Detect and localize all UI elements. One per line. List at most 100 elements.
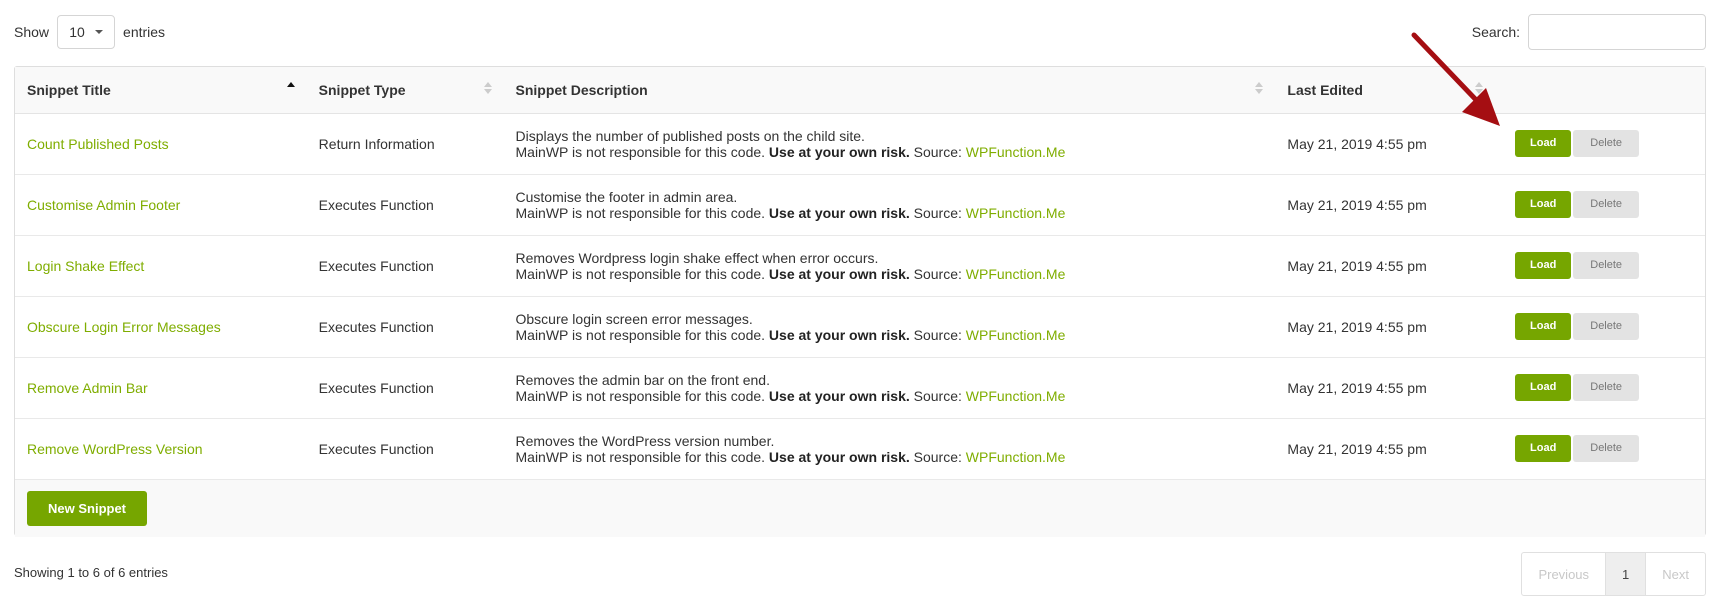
load-button[interactable]: Load <box>1515 130 1572 157</box>
source-label: Source: <box>913 326 962 343</box>
snippet-description: Customise the footer in admin area. <box>515 188 738 205</box>
snippet-title-cell: Remove WordPress Version <box>15 418 307 479</box>
snippet-disclaimer: MainWP is not responsible for this code.… <box>516 266 1264 282</box>
snippet-title-cell: Remove Admin Bar <box>15 357 307 418</box>
delete-button[interactable]: Delete <box>1573 130 1640 157</box>
snippet-title-link[interactable]: Login Shake Effect <box>27 258 144 274</box>
actions-cell: Load Delete <box>1495 174 1705 235</box>
source-label: Source: <box>913 265 962 282</box>
column-header-title[interactable]: Snippet Title <box>15 67 307 114</box>
new-snippet-button[interactable]: New Snippet <box>27 490 148 526</box>
column-header-actions <box>1495 67 1705 114</box>
table-row: Remove WordPress Version Executes Functio… <box>15 418 1705 479</box>
actions-cell: Load Delete <box>1495 357 1705 418</box>
disclaimer-text: MainWP is not responsible for this code. <box>515 326 766 343</box>
disclaimer-warning: Use at your own risk. <box>768 387 910 404</box>
source-label: Source: <box>913 387 962 404</box>
last-edited-cell: May 21, 2019 4:55 pm <box>1287 257 1427 274</box>
column-header-description[interactable]: Snippet Description <box>503 67 1276 114</box>
column-header-type-label: Snippet Type <box>318 81 406 98</box>
source-label: Source: <box>913 448 962 465</box>
snippet-title-link[interactable]: Count Published Posts <box>27 136 169 152</box>
disclaimer-text: MainWP is not responsible for this code. <box>515 265 766 282</box>
delete-button[interactable]: Delete <box>1573 313 1640 340</box>
snippet-title-cell: Customise Admin Footer <box>15 174 307 235</box>
snippet-description-cell: Displays the number of published posts o… <box>504 113 1276 174</box>
table-footer-row: New Snippet <box>15 479 1705 537</box>
delete-button[interactable]: Delete <box>1573 191 1640 218</box>
table-row: Obscure Login Error Messages Executes Fun… <box>15 296 1705 357</box>
snippet-description-cell: Customise the footer in admin area. MainW… <box>504 174 1276 235</box>
delete-button[interactable]: Delete <box>1573 374 1640 401</box>
snippet-description-cell: Removes Wordpress login shake effect whe… <box>504 235 1276 296</box>
disclaimer-warning: Use at your own risk. <box>768 265 910 282</box>
actions-cell: Load Delete <box>1495 296 1705 357</box>
search-input[interactable] <box>1528 14 1706 50</box>
load-button[interactable]: Load <box>1515 252 1572 279</box>
delete-button[interactable]: Delete <box>1573 435 1640 462</box>
disclaimer-warning: Use at your own risk. <box>768 204 910 221</box>
last-edited-cell: May 21, 2019 4:55 pm <box>1287 318 1427 335</box>
load-button[interactable]: Load <box>1515 191 1572 218</box>
caret-down-icon <box>94 30 103 34</box>
table-info: Showing 1 to 6 of 6 entries <box>14 565 168 580</box>
snippet-title-cell: Login Shake Effect <box>15 235 307 296</box>
disclaimer-warning: Use at your own risk. <box>768 326 910 343</box>
show-label: Show <box>14 24 50 40</box>
column-header-description-label: Snippet Description <box>515 81 648 98</box>
snippet-title-cell: Obscure Login Error Messages <box>15 296 307 357</box>
annotation-arrow-icon <box>1411 32 1500 126</box>
disclaimer-text: MainWP is not responsible for this code. <box>515 387 766 404</box>
load-button[interactable]: Load <box>1515 374 1572 401</box>
source-link[interactable]: WPFunction.Me <box>966 388 1066 404</box>
snippet-title-link[interactable]: Remove Admin Bar <box>27 380 148 396</box>
last-edited-cell: May 21, 2019 4:55 pm <box>1287 440 1427 457</box>
disclaimer-text: MainWP is not responsible for this code. <box>515 204 766 221</box>
disclaimer-text: MainWP is not responsible for this code. <box>515 143 766 160</box>
table-row: Login Shake Effect Executes Function Remov… <box>15 235 1705 296</box>
load-button[interactable]: Load <box>1515 313 1572 340</box>
sort-ascending-icon <box>286 82 295 96</box>
snippet-description-cell: Removes the WordPress version number. Mai… <box>504 418 1276 479</box>
entries-per-page-select[interactable]: 10 <box>57 15 116 49</box>
source-link[interactable]: WPFunction.Me <box>966 205 1066 221</box>
page-1-button[interactable]: 1 <box>1605 553 1647 595</box>
column-header-type[interactable]: Snippet Type <box>306 67 504 114</box>
snippet-description: Obscure login screen error messages. <box>515 310 753 327</box>
last-edited-cell: May 21, 2019 4:55 pm <box>1287 379 1427 396</box>
snippet-title-link[interactable]: Customise Admin Footer <box>27 197 180 213</box>
pagination: Previous 1 Next <box>1521 552 1706 596</box>
source-link[interactable]: WPFunction.Me <box>966 144 1066 160</box>
snippet-type-cell: Executes Function <box>318 318 434 335</box>
disclaimer-warning: Use at your own risk. <box>768 448 910 465</box>
delete-button[interactable]: Delete <box>1573 252 1640 279</box>
actions-cell: Load Delete <box>1495 418 1705 479</box>
source-link[interactable]: WPFunction.Me <box>966 266 1066 282</box>
column-header-title-label: Snippet Title <box>27 81 111 98</box>
next-page-button[interactable]: Next <box>1646 553 1705 595</box>
disclaimer-text: MainWP is not responsible for this code. <box>515 448 766 465</box>
last-edited-cell: May 21, 2019 4:55 pm <box>1287 196 1427 213</box>
sort-icon <box>1255 82 1264 96</box>
load-button[interactable]: Load <box>1515 435 1572 462</box>
previous-page-button[interactable]: Previous <box>1522 553 1605 595</box>
snippet-type-cell: Executes Function <box>318 440 434 457</box>
snippet-disclaimer: MainWP is not responsible for this code.… <box>516 327 1264 343</box>
source-label: Source: <box>913 204 962 221</box>
column-header-last-edited-label: Last Edited <box>1287 81 1363 98</box>
snippet-type-cell: Executes Function <box>318 196 434 213</box>
table-row: Remove Admin Bar Executes Function Removes… <box>15 357 1705 418</box>
snippet-description-cell: Obscure login screen error messages. Main… <box>504 296 1276 357</box>
disclaimer-warning: Use at your own risk. <box>768 143 910 160</box>
snippet-description: Removes the admin bar on the front end. <box>515 371 770 388</box>
snippet-disclaimer: MainWP is not responsible for this code.… <box>516 449 1264 465</box>
snippet-disclaimer: MainWP is not responsible for this code.… <box>516 388 1264 404</box>
snippet-disclaimer: MainWP is not responsible for this code.… <box>516 205 1264 221</box>
snippet-type-cell: Executes Function <box>318 379 434 396</box>
source-link[interactable]: WPFunction.Me <box>966 327 1066 343</box>
source-label: Source: <box>913 143 962 160</box>
snippet-title-link[interactable]: Remove WordPress Version <box>27 441 203 457</box>
source-link[interactable]: WPFunction.Me <box>966 449 1066 465</box>
snippet-title-link[interactable]: Obscure Login Error Messages <box>27 319 221 335</box>
snippet-description: Displays the number of published posts o… <box>515 127 865 144</box>
